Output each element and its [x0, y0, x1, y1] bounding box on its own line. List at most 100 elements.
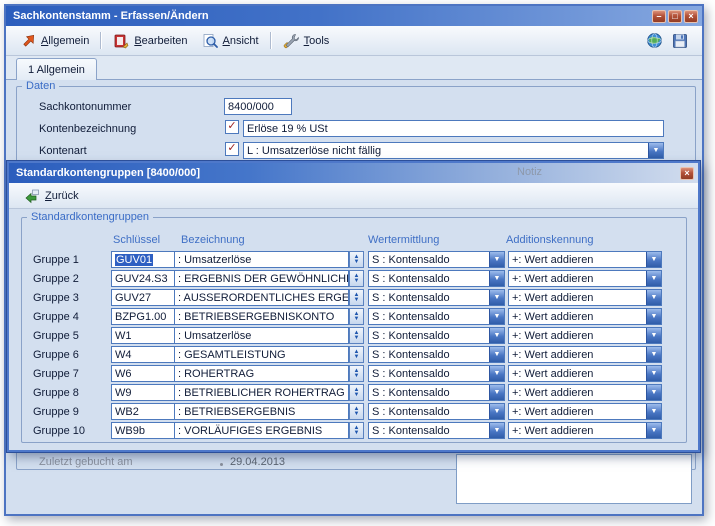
- chevron-down-icon[interactable]: ▼: [646, 404, 661, 419]
- chevron-down-icon[interactable]: ▼: [489, 385, 504, 400]
- lookup-spinner[interactable]: ▲▼: [349, 270, 364, 287]
- additionskennung-value: +: Wert addieren: [512, 330, 593, 342]
- schluessel-input[interactable]: W4: [111, 346, 175, 363]
- tab-allgemein[interactable]: 1 Allgemein: [16, 58, 97, 80]
- schluessel-input[interactable]: BZPG1.00: [111, 308, 175, 325]
- chevron-down-icon[interactable]: ▼: [646, 385, 661, 400]
- close-icon[interactable]: ×: [680, 167, 694, 180]
- chevron-down-icon[interactable]: ▼: [489, 423, 504, 438]
- notiz-group-label: Notiz: [517, 166, 542, 178]
- wertermittlung-select[interactable]: S : Kontensaldo▼: [368, 346, 505, 363]
- additionskennung-select[interactable]: +: Wert addieren ▼: [508, 346, 662, 363]
- wertermittlung-select[interactable]: S : Kontensaldo▼: [368, 422, 505, 439]
- chevron-down-icon[interactable]: ▼: [646, 328, 661, 343]
- schluessel-input[interactable]: GUV27: [111, 289, 175, 306]
- chevron-down-icon[interactable]: ▼: [489, 309, 504, 324]
- zurueck-button[interactable]: Zurück: [17, 186, 86, 206]
- chevron-down-icon[interactable]: ▼: [646, 366, 661, 381]
- wertermittlung-select[interactable]: S : Kontensaldo▼: [368, 403, 505, 420]
- column-header-additionskennung: Additionskennung: [506, 234, 593, 246]
- save-icon[interactable]: [672, 33, 688, 49]
- group-row-3: Gruppe 3 GUV27 : AUSSERORDENTLICHES ERGE…: [9, 289, 698, 308]
- chevron-down-icon[interactable]: ▼: [646, 271, 661, 286]
- chevron-down-icon[interactable]: ▼: [646, 290, 661, 305]
- additionskennung-select[interactable]: +: Wert addieren▼: [508, 384, 662, 401]
- wertermittlung-select[interactable]: S : Kontensaldo▼: [368, 384, 505, 401]
- group-row-7: Gruppe 7 W6 : ROHERTRAG ▲▼ S : Kontensal…: [9, 365, 698, 384]
- lookup-spinner[interactable]: ▲▼: [349, 289, 364, 306]
- lookup-spinner[interactable]: ▲▼: [349, 251, 364, 268]
- schluessel-input[interactable]: WB2: [111, 403, 175, 420]
- additionskennung-value: +: Wert addieren: [512, 406, 593, 418]
- menu-bearbeiten-label: Bearbeiten: [134, 35, 187, 47]
- schluessel-input[interactable]: GUV24.S3: [111, 270, 175, 287]
- chevron-down-icon[interactable]: ▼: [489, 328, 504, 343]
- chevron-down-icon[interactable]: ▼: [646, 347, 661, 362]
- lookup-spinner[interactable]: ▲▼: [349, 384, 364, 401]
- additionskennung-value: +: Wert addieren: [512, 349, 593, 361]
- spin-down-icon: ▼: [354, 374, 360, 379]
- magnifier-icon: [202, 33, 218, 49]
- notiz-textarea[interactable]: [456, 454, 692, 504]
- wertermittlung-select[interactable]: S : Kontensaldo▼: [368, 365, 505, 382]
- schluessel-input[interactable]: W6: [111, 365, 175, 382]
- globe-icon[interactable]: [646, 32, 663, 49]
- spin-down-icon: ▼: [354, 260, 360, 265]
- bezeichnung-field: : BETRIEBSERGEBNISKONTO: [174, 308, 349, 325]
- schluessel-input[interactable]: W9: [111, 384, 175, 401]
- additionskennung-select[interactable]: +: Wert addieren ▼: [508, 403, 662, 420]
- additionskennung-select[interactable]: +: Wert addieren▼: [508, 365, 662, 382]
- zuletzt-gebucht-value: 29.04.2013: [230, 456, 285, 468]
- schluessel-input[interactable]: GUV01: [111, 251, 175, 268]
- spin-down-icon: ▼: [354, 317, 360, 322]
- spin-down-icon: ▼: [354, 412, 360, 417]
- chevron-down-icon[interactable]: ▼: [489, 271, 504, 286]
- chevron-down-icon[interactable]: ▼: [648, 143, 663, 158]
- lookup-spinner[interactable]: ▲▼: [349, 403, 364, 420]
- menu-bearbeiten[interactable]: Bearbeiten: [106, 31, 194, 51]
- menu-allgemein[interactable]: Allgemein: [14, 31, 96, 50]
- chevron-down-icon[interactable]: ▼: [646, 309, 661, 324]
- menu-ansicht[interactable]: Ansicht: [195, 31, 266, 51]
- additionskennung-select[interactable]: +: Wert addieren▼: [508, 289, 662, 306]
- kontenart-select[interactable]: L : Umsatzerlöse nicht fällig ▼: [243, 142, 664, 159]
- bezeichnung-field: : BETRIEBLICHER ROHERTRAG: [174, 384, 349, 401]
- schluessel-input[interactable]: WB9b: [111, 422, 175, 439]
- chevron-down-icon[interactable]: ▼: [489, 252, 504, 267]
- wertermittlung-select[interactable]: S : Kontensaldo▼: [368, 251, 505, 268]
- spin-down-icon: ▼: [354, 279, 360, 284]
- chevron-down-icon[interactable]: ▼: [489, 290, 504, 305]
- chevron-down-icon[interactable]: ▼: [489, 366, 504, 381]
- additionskennung-select[interactable]: +: Wert addieren▼: [508, 308, 662, 325]
- chevron-down-icon[interactable]: ▼: [489, 404, 504, 419]
- lookup-spinner[interactable]: ▲▼: [349, 346, 364, 363]
- additionskennung-select[interactable]: +: Wert addieren ▼: [508, 327, 662, 344]
- main-titlebar[interactable]: Sachkontenstamm - Erfassen/Ändern – □ ×: [6, 6, 702, 26]
- wertermittlung-select[interactable]: S : Kontensaldo▼: [368, 270, 505, 287]
- wertermittlung-select[interactable]: S : Kontensaldo▼: [368, 289, 505, 306]
- minimize-icon[interactable]: –: [652, 10, 666, 23]
- wertermittlung-select[interactable]: S : Kontensaldo▼: [368, 327, 505, 344]
- kontenbezeichnung-input[interactable]: Erlöse 19 % USt: [243, 120, 664, 137]
- schluessel-input[interactable]: W1: [111, 327, 175, 344]
- sachkontonummer-input[interactable]: 8400/000: [224, 98, 292, 115]
- lookup-spinner[interactable]: ▲▼: [349, 308, 364, 325]
- wertermittlung-select[interactable]: S : Kontensaldo▼: [368, 308, 505, 325]
- lookup-spinner[interactable]: ▲▼: [349, 365, 364, 382]
- maximize-icon[interactable]: □: [668, 10, 682, 23]
- close-icon[interactable]: ×: [684, 10, 698, 23]
- menu-tools[interactable]: Tools: [276, 31, 337, 51]
- additionskennung-select[interactable]: +: Wert addieren▼: [508, 251, 662, 268]
- kontenbezeichnung-checkbox[interactable]: ✓: [225, 120, 239, 134]
- column-header-schluessel: Schlüssel: [113, 234, 160, 246]
- chevron-down-icon[interactable]: ▼: [646, 252, 661, 267]
- dialog-titlebar[interactable]: Standardkontengruppen [8400/000] ×: [9, 163, 698, 183]
- kontenart-checkbox[interactable]: ✓: [225, 142, 239, 156]
- additionskennung-value: +: Wert addieren: [512, 273, 593, 285]
- additionskennung-select[interactable]: +: Wert addieren▼: [508, 422, 662, 439]
- chevron-down-icon[interactable]: ▼: [646, 423, 661, 438]
- additionskennung-select[interactable]: +: Wert addieren ▼: [508, 270, 662, 287]
- chevron-down-icon[interactable]: ▼: [489, 347, 504, 362]
- lookup-spinner[interactable]: ▲▼: [349, 327, 364, 344]
- lookup-spinner[interactable]: ▲▼: [349, 422, 364, 439]
